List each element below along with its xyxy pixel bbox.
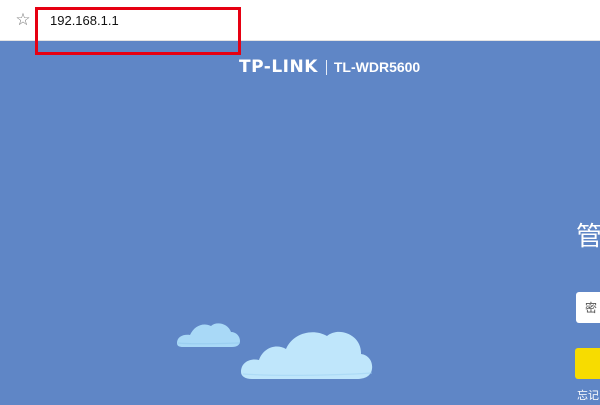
login-button[interactable] [575,348,600,379]
password-input[interactable] [576,292,600,323]
router-brand-header: TP-LINK TL-WDR5600 [239,57,420,77]
star-icon[interactable]: ☆ [13,10,33,30]
large-cloud-icon [241,331,373,379]
tp-link-logo: TP-LINK [239,57,318,77]
login-title: 管 [576,222,600,252]
router-model-label: TL-WDR5600 [333,59,421,75]
router-login-page: TP-LINK TL-WDR5600 管 忘记 [0,41,600,405]
brand-separator [325,59,327,75]
address-highlight-box [35,7,241,55]
forgot-password-link[interactable]: 忘记 [577,389,599,403]
small-cloud-icon [177,323,241,347]
password-field-container[interactable] [576,292,600,323]
